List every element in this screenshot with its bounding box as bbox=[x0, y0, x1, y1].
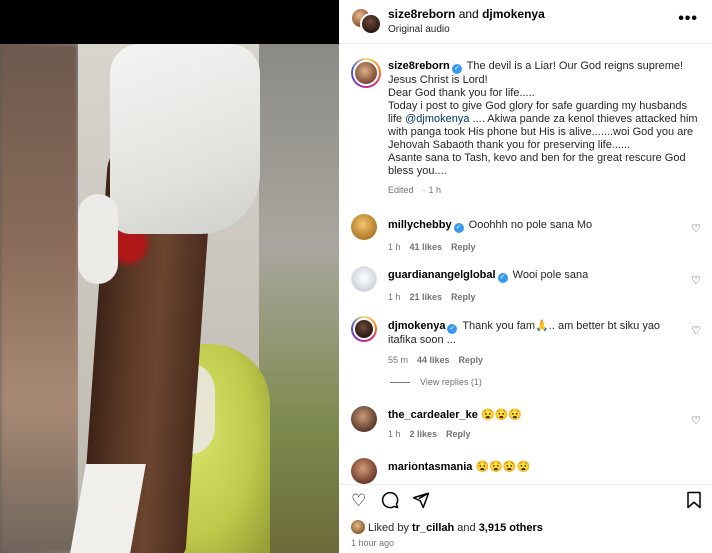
comment-likes[interactable]: 44 likes bbox=[417, 355, 450, 365]
comment-time[interactable]: 1 h bbox=[388, 429, 401, 439]
comment-likes[interactable]: 41 likes bbox=[410, 242, 443, 252]
comment-body: millychebby ✓ Ooohhh no pole sana Mo 1 h 4… bbox=[388, 219, 683, 254]
post-panel: size8reborn and djmokenya Original audio… bbox=[339, 0, 712, 553]
view-replies-link[interactable]: View replies (1) bbox=[390, 377, 482, 387]
comment-meta: 1 h 41 likes Reply bbox=[388, 241, 683, 254]
collab-avatars[interactable] bbox=[350, 7, 382, 35]
comment-likes[interactable]: 21 likes bbox=[410, 292, 443, 302]
comment-icon[interactable] bbox=[381, 491, 399, 514]
more-options-icon[interactable]: ••• bbox=[678, 10, 698, 28]
comment-username[interactable]: millychebby bbox=[388, 219, 452, 231]
caption-line: Asante sana to Tash, kevo and ben for th… bbox=[388, 152, 686, 177]
video-blur-left bbox=[0, 44, 78, 553]
video-frame[interactable] bbox=[0, 44, 339, 553]
author-username[interactable]: djmokenya bbox=[482, 7, 545, 21]
comment-time[interactable]: 1 h bbox=[388, 242, 401, 252]
liked-count[interactable]: 3,915 others bbox=[479, 522, 543, 534]
post-time[interactable]: 1 hour ago bbox=[351, 538, 394, 548]
share-icon[interactable] bbox=[412, 491, 430, 514]
caption-time[interactable]: 1 h bbox=[429, 185, 442, 195]
comment-username[interactable]: mariontasmania bbox=[388, 461, 472, 473]
reply-button[interactable]: Reply bbox=[451, 292, 476, 302]
avatar[interactable] bbox=[351, 214, 377, 240]
edited-label: Edited bbox=[388, 185, 414, 195]
liked-prefix: Liked by bbox=[368, 522, 413, 534]
gloved-hand bbox=[110, 44, 260, 234]
avatar bbox=[351, 520, 365, 534]
verified-badge-icon: ✓ bbox=[453, 223, 464, 233]
comment-text: Ooohhh no pole sana Mo bbox=[468, 219, 593, 231]
view-replies-label[interactable]: View replies (1) bbox=[420, 377, 482, 387]
comments-section[interactable]: size8reborn ✓ The devil is a Liar! Our Go… bbox=[339, 44, 712, 484]
video-player[interactable] bbox=[0, 0, 339, 553]
bookmark-icon[interactable] bbox=[686, 491, 702, 514]
comment-body: mariontasmania 😧😧😧😧 bbox=[388, 461, 683, 474]
like-comment-heart-icon[interactable]: ♡ bbox=[691, 222, 701, 235]
caption-username[interactable]: size8reborn bbox=[388, 60, 450, 72]
comment-username[interactable]: guardianangelglobal bbox=[388, 269, 496, 281]
post-authors: size8reborn and djmokenya bbox=[388, 7, 545, 21]
comment-text: Wooi pole sana bbox=[512, 269, 589, 281]
heart-icon[interactable]: ♡ bbox=[351, 491, 366, 511]
and-text: and bbox=[455, 7, 483, 21]
comment-meta: 1 h 21 likes Reply bbox=[388, 291, 683, 304]
divider bbox=[390, 382, 410, 384]
author-username[interactable]: size8reborn bbox=[388, 7, 455, 21]
gloved-fingers bbox=[78, 194, 118, 284]
video-blur-right bbox=[259, 44, 339, 553]
comment-meta: 1 h 2 likes Reply bbox=[388, 428, 683, 441]
post-header: size8reborn and djmokenya Original audio… bbox=[339, 0, 712, 44]
liked-mid: and bbox=[454, 522, 479, 534]
caption-text: size8reborn ✓ The devil is a Liar! Our Go… bbox=[388, 60, 703, 197]
caption-line: Dear God thank you for life..... bbox=[388, 87, 535, 99]
verified-badge-icon: ✓ bbox=[497, 273, 508, 283]
avatar[interactable] bbox=[351, 316, 377, 342]
comment-username[interactable]: the_cardealer_ke bbox=[388, 409, 478, 421]
reply-button[interactable]: Reply bbox=[446, 429, 471, 439]
like-comment-heart-icon[interactable]: ♡ bbox=[691, 274, 701, 287]
avatar[interactable] bbox=[351, 266, 377, 292]
liked-user[interactable]: tr_cillah bbox=[412, 522, 454, 534]
avatar[interactable] bbox=[360, 13, 382, 35]
like-comment-heart-icon[interactable]: ♡ bbox=[691, 324, 701, 337]
avatar[interactable] bbox=[351, 458, 377, 484]
verified-badge-icon: ✓ bbox=[447, 324, 458, 334]
comment-likes[interactable]: 2 likes bbox=[410, 429, 438, 439]
comment-time[interactable]: 1 h bbox=[388, 292, 401, 302]
avatar[interactable] bbox=[351, 58, 381, 88]
reply-button[interactable]: Reply bbox=[451, 242, 476, 252]
audio-label[interactable]: Original audio bbox=[388, 24, 450, 35]
comment-username[interactable]: djmokenya bbox=[388, 320, 445, 332]
avatar[interactable] bbox=[351, 406, 377, 432]
comment-body: guardianangelglobal ✓ Wooi pole sana 1 h 2… bbox=[388, 269, 683, 304]
comment-meta: 55 m 44 likes Reply bbox=[388, 354, 683, 367]
reply-button[interactable]: Reply bbox=[459, 355, 484, 365]
mention-link[interactable]: @djmokenya bbox=[405, 113, 469, 125]
comment-time[interactable]: 55 m bbox=[388, 355, 408, 365]
likes-summary[interactable]: Liked by tr_cillah and 3,915 others bbox=[351, 520, 543, 534]
like-comment-heart-icon[interactable]: ♡ bbox=[691, 414, 701, 427]
comment-text: 😧😧😧 bbox=[480, 409, 523, 421]
post-actions: ♡ Liked by tr_cillah and 3,915 others 1 … bbox=[339, 484, 712, 553]
comment-body: djmokenya ✓ Thank you fam🙏.. am better bt… bbox=[388, 320, 683, 367]
comment-text: 😧😧😧😧 bbox=[475, 461, 531, 473]
comment-body: the_cardealer_ke 😧😧😧 1 h 2 likes Reply bbox=[388, 409, 683, 441]
caption-meta: Edited · 1 h bbox=[388, 185, 442, 195]
verified-badge-icon: ✓ bbox=[451, 64, 462, 74]
